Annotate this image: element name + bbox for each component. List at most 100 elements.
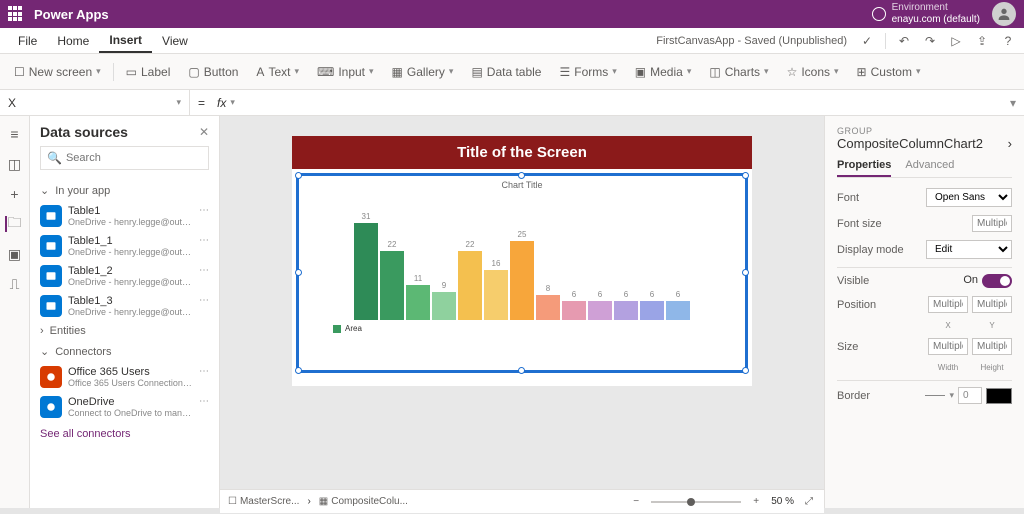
border-color-picker[interactable] (986, 388, 1012, 404)
chevron-right-icon[interactable]: › (1008, 136, 1012, 151)
play-icon[interactable]: ▷ (948, 33, 964, 49)
chart-bar: 11 (406, 274, 430, 320)
share-icon[interactable]: ⇪ (974, 33, 990, 49)
tab-advanced[interactable]: Advanced (905, 159, 954, 177)
font-select[interactable]: Open Sans (926, 188, 1012, 207)
data-source-item[interactable]: Table1_3OneDrive - henry.legge@outlook.c… (40, 291, 209, 321)
person-icon (996, 6, 1012, 22)
menu-insert[interactable]: Insert (99, 28, 152, 53)
redo-icon[interactable]: ↷ (922, 33, 938, 49)
zoom-value: 50 % (771, 496, 794, 507)
more-icon[interactable]: ⋯ (199, 295, 209, 306)
breadcrumb-control[interactable]: ▦ CompositeColu... (319, 496, 408, 507)
gallery-button[interactable]: ▦ Gallery ▾ (386, 61, 460, 83)
menu-view[interactable]: View (152, 28, 198, 53)
user-avatar[interactable] (992, 2, 1016, 26)
fit-icon[interactable]: ⤢ (802, 496, 816, 507)
property-selector[interactable]: X▾ (0, 90, 190, 115)
rail-tree-icon[interactable]: ≡ (7, 126, 23, 142)
table-icon (40, 265, 62, 287)
custom-button[interactable]: ⊞ Custom ▾ (851, 61, 927, 83)
chart-legend: Area (303, 324, 741, 333)
app-checker-icon[interactable]: ✓ (859, 33, 875, 49)
zoom-out-button[interactable]: − (629, 496, 643, 507)
section-entities[interactable]: ›Entities (40, 321, 209, 341)
connector-icon (40, 366, 62, 388)
media-button[interactable]: ▣ Media ▾ (629, 61, 698, 83)
close-icon[interactable]: ✕ (199, 125, 209, 139)
connector-icon (40, 396, 62, 418)
formula-expand[interactable]: ▾ (1002, 96, 1024, 110)
pos-x-input[interactable] (928, 296, 968, 313)
more-icon[interactable]: ⋯ (199, 265, 209, 276)
chart-bar: 6 (640, 290, 664, 320)
app-title: Power Apps (34, 7, 109, 22)
app-status: FirstCanvasApp - Saved (Unpublished) (656, 35, 853, 47)
chart-bar: 22 (380, 240, 404, 320)
chart-bar: 8 (536, 284, 560, 320)
zoom-slider[interactable] (651, 501, 741, 503)
more-icon[interactable]: ⋯ (199, 396, 209, 407)
tab-properties[interactable]: Properties (837, 159, 891, 177)
pos-y-input[interactable] (972, 296, 1012, 313)
control-name: CompositeColumnChart2 (837, 136, 983, 151)
rail-add-icon[interactable]: + (7, 186, 23, 202)
see-all-connectors-link[interactable]: See all connectors (40, 428, 209, 440)
button-button[interactable]: ▢ Button (182, 61, 244, 83)
text-button[interactable]: A Text ▾ (250, 61, 305, 83)
chart-bar: 6 (614, 290, 638, 320)
equals-icon: = (190, 96, 213, 110)
section-in-your-app[interactable]: ⌄In your app (40, 180, 209, 201)
undo-icon[interactable]: ↶ (896, 33, 912, 49)
chart-selection[interactable]: Chart Title 31 22 11 9 22 16 25 8 6 6 (296, 173, 748, 373)
search-input[interactable]: 🔍 (40, 146, 209, 170)
chart-title: Chart Title (303, 180, 741, 190)
chart-bar: 31 (354, 212, 378, 320)
chart-bar: 16 (484, 259, 508, 320)
breadcrumb-screen[interactable]: ☐ MasterScre... (228, 496, 299, 507)
help-icon[interactable]: ? (1000, 33, 1016, 49)
width-input[interactable] (928, 338, 968, 355)
menu-home[interactable]: Home (47, 28, 99, 53)
more-icon[interactable]: ⋯ (199, 235, 209, 246)
rail-variables-icon[interactable]: ⎍ (7, 276, 23, 292)
more-icon[interactable]: ⋯ (199, 205, 209, 216)
data-source-item[interactable]: Table1_2OneDrive - henry.legge@outlook.c… (40, 261, 209, 291)
datatable-button[interactable]: ▤ Data table (465, 61, 547, 83)
rail-database-icon[interactable]: ◫ (7, 156, 23, 172)
display-mode-select[interactable]: Edit (926, 240, 1012, 259)
input-button[interactable]: ⌨ Input ▾ (311, 61, 380, 83)
menu-file[interactable]: File (8, 28, 47, 53)
data-source-item[interactable]: Table1OneDrive - henry.legge@outlook.com… (40, 201, 209, 231)
height-input[interactable] (972, 338, 1012, 355)
connector-item[interactable]: Office 365 UsersOffice 365 Users Connect… (40, 362, 209, 392)
more-icon[interactable]: ⋯ (199, 366, 209, 377)
chart-bar: 6 (562, 290, 586, 320)
new-screen-button[interactable]: ☐ New screen ▾ (8, 61, 107, 83)
visible-toggle[interactable] (982, 274, 1012, 288)
table-icon (40, 295, 62, 317)
label-button[interactable]: ▭ Label (120, 61, 177, 83)
rail-data-icon[interactable]: 🗀 (5, 216, 21, 232)
font-size-input[interactable] (972, 215, 1012, 232)
environment-picker[interactable]: Environment enayu.com (default) (872, 2, 980, 26)
zoom-in-button[interactable]: + (749, 496, 763, 507)
section-connectors[interactable]: ⌄Connectors (40, 341, 209, 362)
border-width-input[interactable] (958, 387, 982, 404)
formula-input[interactable] (235, 90, 1002, 115)
canvas-screen[interactable]: Title of the Screen Chart Title 31 22 11… (292, 136, 752, 386)
panel-title: Data sources (40, 124, 128, 140)
charts-button[interactable]: ◫ Charts ▾ (703, 61, 774, 83)
data-source-item[interactable]: Table1_1OneDrive - henry.legge@outlook.c… (40, 231, 209, 261)
icons-button[interactable]: ☆ Icons ▾ (781, 61, 845, 83)
search-icon: 🔍 (47, 151, 62, 165)
rail-media-icon[interactable]: ▣ (7, 246, 23, 262)
connector-item[interactable]: OneDriveConnect to OneDrive to manage yo… (40, 392, 209, 422)
chart-bar: 6 (588, 290, 612, 320)
fx-icon: fx (213, 96, 230, 110)
table-icon (40, 235, 62, 257)
app-launcher-icon[interactable] (8, 6, 24, 22)
group-label: GROUP (837, 126, 1012, 136)
forms-button[interactable]: ☰ Forms ▾ (553, 61, 622, 83)
chart-bar: 9 (432, 281, 456, 320)
